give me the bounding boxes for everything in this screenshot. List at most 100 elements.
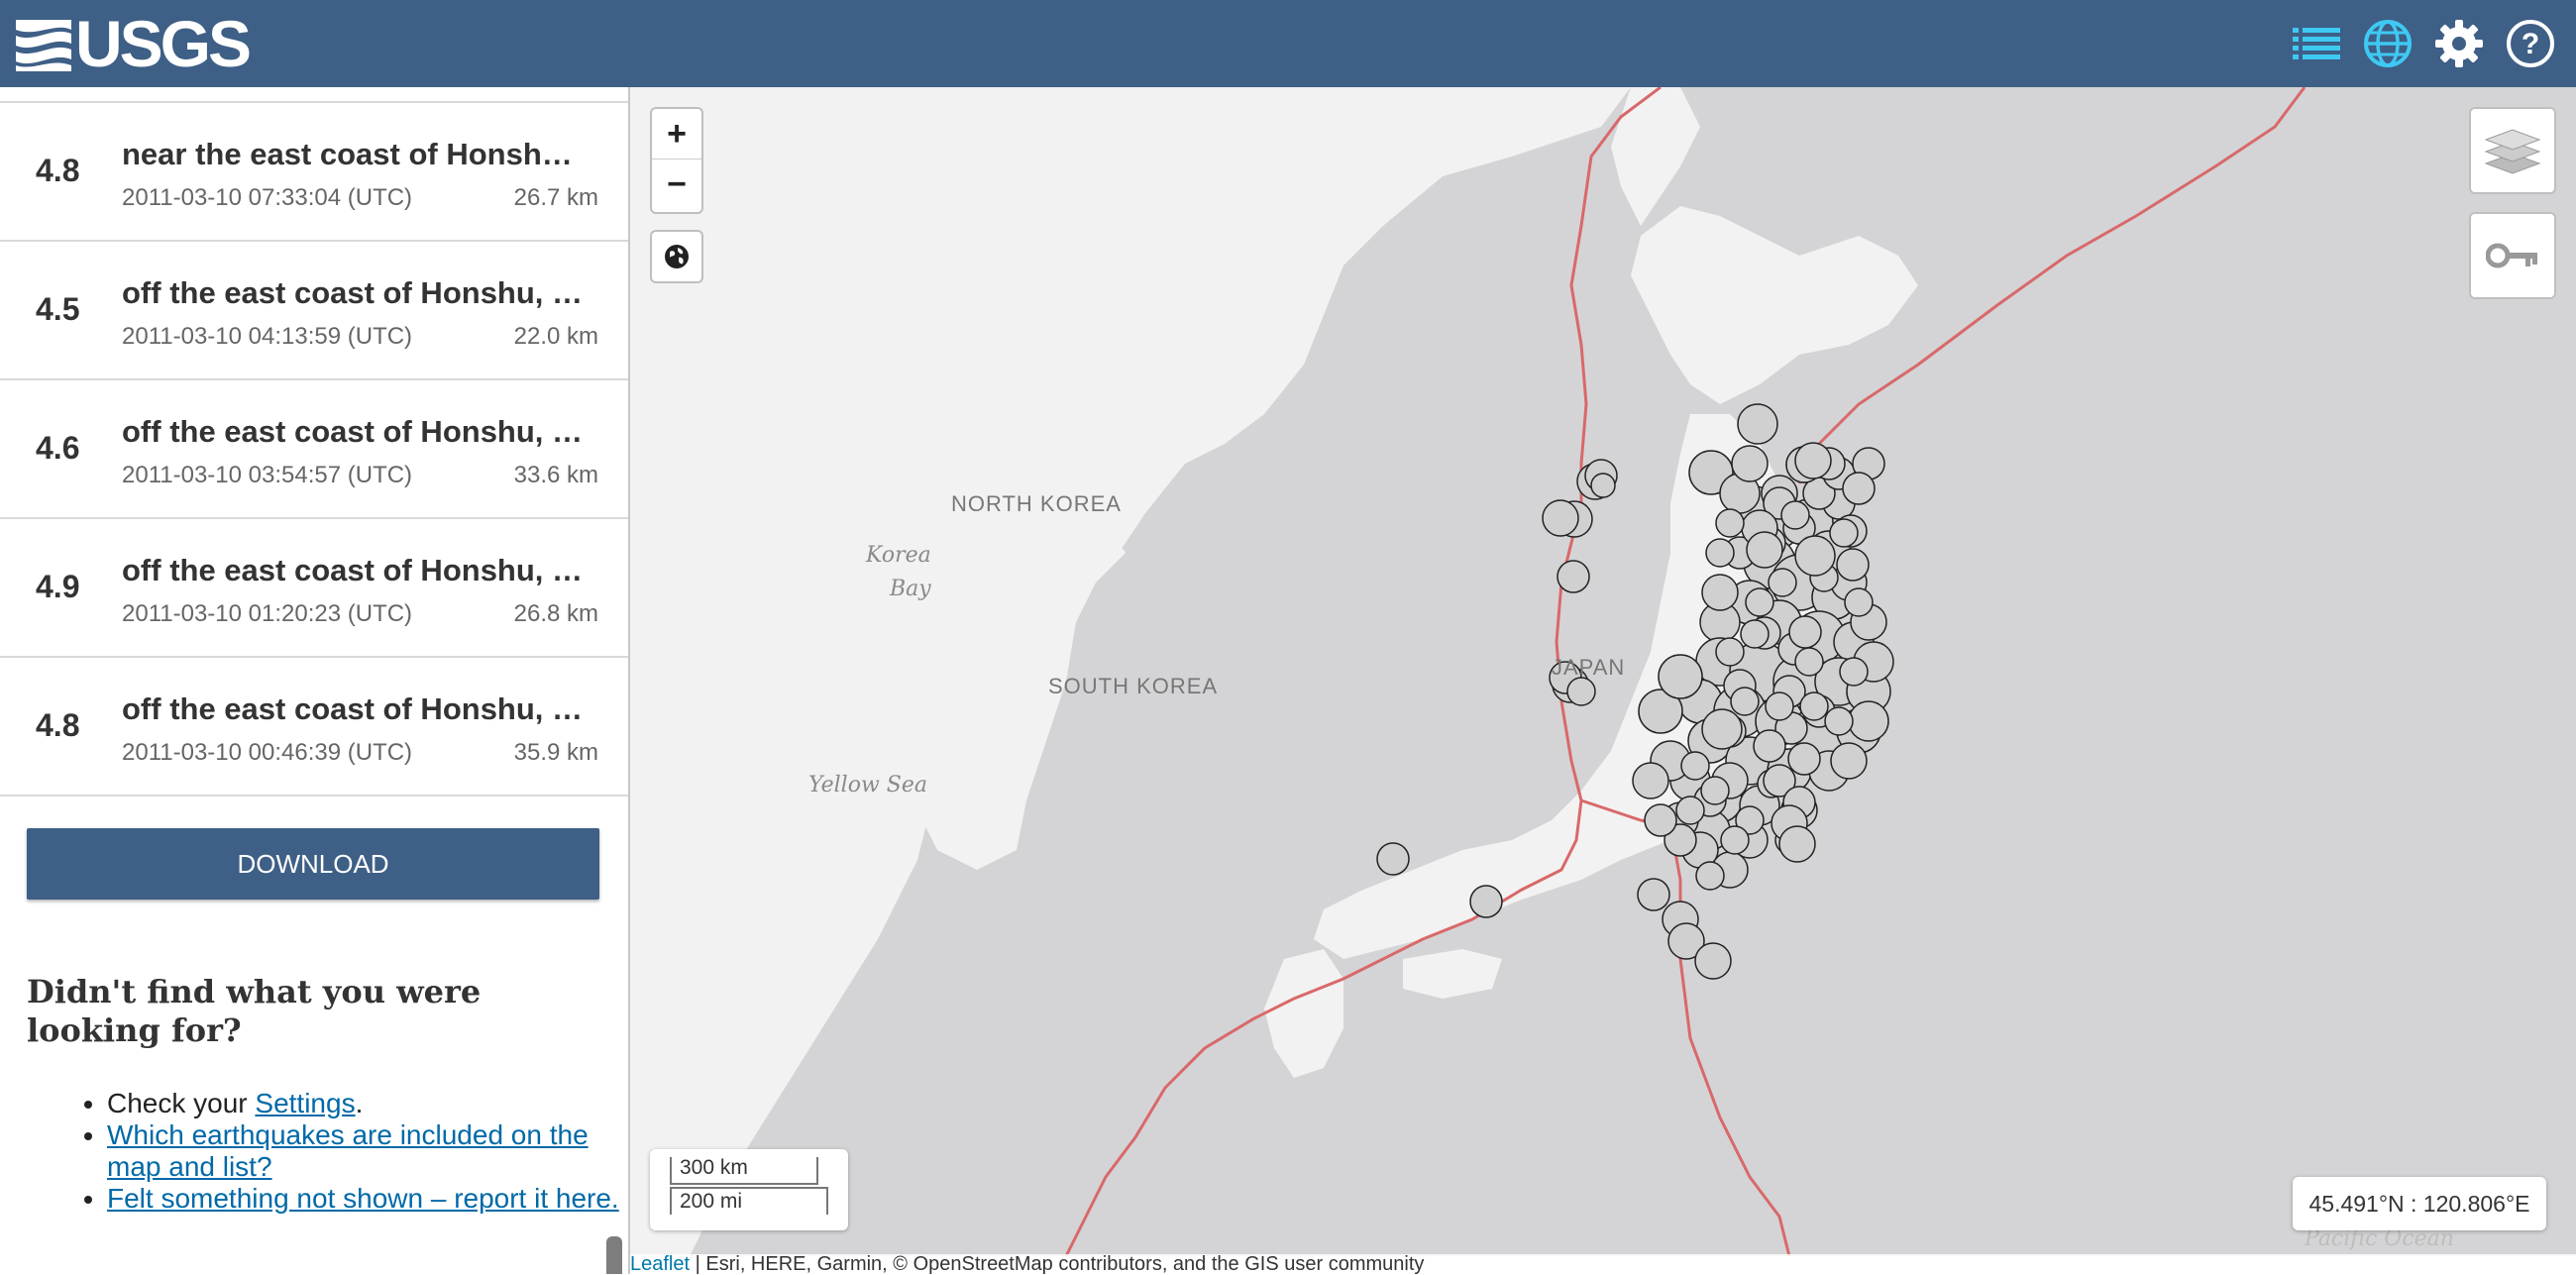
earthquake-marker <box>1731 445 1769 482</box>
event-time: 2011-03-10 00:46:39 (UTC) <box>122 739 413 766</box>
usgs-logo[interactable]: USGS <box>16 7 252 80</box>
kyushu-island <box>1264 949 1343 1078</box>
key-icon <box>2486 243 2537 268</box>
earthquake-list-item[interactable]: 4.9 off the east coast of Honshu, Japan … <box>0 519 628 658</box>
globe-icon[interactable] <box>2358 14 2417 73</box>
plate-boundary-connector <box>1580 798 1791 1256</box>
earthquake-marker <box>1695 861 1725 891</box>
help-item-felt: Felt something not shown – report it her… <box>107 1183 628 1215</box>
help-icon[interactable]: ? <box>2501 14 2560 73</box>
coordinate-readout: 45.491°N : 120.806°E <box>2293 1177 2546 1230</box>
location-title: off the east coast of Honshu, Japan <box>122 275 588 310</box>
hokkaido-island <box>1631 206 1918 404</box>
event-depth: 22.0 km <box>513 323 598 350</box>
earthquake-marker <box>1644 803 1677 837</box>
event-depth: 26.8 km <box>513 600 598 627</box>
legend-button[interactable] <box>2469 212 2556 299</box>
earthquake-marker <box>1746 531 1783 569</box>
magnitude: 4.5 <box>36 291 80 327</box>
event-time: 2011-03-10 07:33:04 (UTC) <box>122 184 413 211</box>
help-list: Check your Settings. Which earthquakes a… <box>59 1088 628 1215</box>
gear-icon[interactable] <box>2429 14 2489 73</box>
earthquake-marker <box>1794 442 1832 479</box>
layers-button[interactable] <box>2469 107 2556 194</box>
app-header: USGS ? <box>0 0 2576 87</box>
earthquake-marker <box>1632 762 1669 799</box>
yellow-sea-label: Yellow Sea <box>808 773 927 797</box>
sidebar[interactable]: 4.8 near the east coast of Honshu, Japan… <box>0 87 630 1274</box>
event-depth: 33.6 km <box>513 462 598 488</box>
korea-bay-label: Korea <box>866 543 931 568</box>
earthquake-marker <box>1788 615 1822 649</box>
attribution-text: | Esri, HERE, Garmin, © OpenStreetMap co… <box>690 1253 1425 1275</box>
earthquake-marker <box>1768 568 1797 597</box>
earthquake-marker <box>1829 518 1859 548</box>
earthquake-marker <box>1836 548 1870 582</box>
download-button[interactable]: DOWNLOAD <box>27 828 599 900</box>
map-canvas[interactable]: NORTH KOREA SOUTH KOREA JAPAN Korea Bay … <box>630 87 2576 1256</box>
earthquake-marker <box>1658 654 1703 699</box>
felt-report-link[interactable]: Felt something not shown – report it her… <box>107 1183 619 1214</box>
help-item-suffix: . <box>355 1088 364 1118</box>
list-icon[interactable] <box>2287 14 2346 73</box>
zoom-in-button[interactable]: + <box>652 109 701 159</box>
earthquake-marker <box>1715 508 1745 538</box>
globe-small-icon <box>665 245 689 268</box>
earthquake-list-item[interactable]: 4.8 near the east coast of Honshu, Japan… <box>0 101 628 242</box>
earthquake-marker <box>1700 776 1730 805</box>
earthquake-marker <box>1590 473 1616 498</box>
included-earthquakes-link[interactable]: Which earthquakes are included on the ma… <box>107 1119 589 1182</box>
earthquake-marker <box>1745 587 1774 617</box>
leaflet-link[interactable]: Leaflet <box>630 1253 690 1275</box>
earthquake-marker <box>1844 587 1874 617</box>
settings-link[interactable]: Settings <box>255 1088 355 1118</box>
earthquake-list-item[interactable]: 4.5 off the east coast of Honshu, Japan … <box>0 242 628 380</box>
zoom-control: + − <box>650 107 703 214</box>
magnitude: 4.6 <box>36 430 80 466</box>
logo-text: USGS <box>75 7 252 80</box>
event-depth: 26.7 km <box>513 184 598 211</box>
north-korea-label: NORTH KOREA <box>951 491 1122 516</box>
magnitude: 4.8 <box>36 707 80 743</box>
earthquake-marker <box>1542 499 1579 537</box>
earthquake-marker <box>1787 742 1821 776</box>
earthquake-marker <box>1765 691 1794 721</box>
help-item-settings: Check your Settings. <box>107 1088 628 1119</box>
layers-icon <box>2484 129 2541 174</box>
magnitude: 4.8 <box>36 153 80 188</box>
shikoku-island <box>1403 949 1502 999</box>
location-title: off the east coast of Honshu, Japan <box>122 414 588 449</box>
earthquake-marker <box>1701 574 1739 611</box>
scale-mi: 200 mi <box>670 1187 828 1215</box>
earthquake-marker <box>1566 677 1596 706</box>
earthquake-marker <box>1701 708 1743 750</box>
sidebar-scrollbar[interactable] <box>606 1236 622 1274</box>
earthquake-marker <box>1730 687 1760 716</box>
earthquake-marker <box>1778 825 1816 863</box>
earthquake-marker <box>1780 500 1810 530</box>
korea-bay-label-2: Bay <box>890 577 931 601</box>
earthquake-marker <box>1680 751 1710 781</box>
earthquake-list-item[interactable]: 4.8 off the east coast of Honshu, Japan … <box>0 658 628 797</box>
earthquake-marker <box>1839 657 1869 687</box>
south-korea-label: SOUTH KOREA <box>1048 674 1219 698</box>
help-item-text: Check your <box>107 1088 256 1118</box>
earthquake-list-item[interactable]: 4.6 off the east coast of Honshu, Japan … <box>0 380 628 519</box>
earthquake-marker <box>1794 647 1824 677</box>
mainland-landmass <box>630 87 1631 1256</box>
zoom-out-button[interactable]: − <box>652 159 701 209</box>
usgs-wave-icon <box>16 20 71 71</box>
earthquake-marker <box>1824 706 1854 736</box>
location-title: near the east coast of Honshu, Japan <box>122 137 588 171</box>
svg-text:?: ? <box>2522 28 2539 60</box>
location-title: off the east coast of Honshu, Japan <box>122 691 588 726</box>
earthquake-marker <box>1720 825 1750 855</box>
earthquake-marker <box>1694 942 1732 980</box>
map-scale: 300 km 200 mi <box>650 1149 848 1230</box>
world-view-button[interactable] <box>650 230 703 283</box>
earthquake-marker <box>1637 878 1670 911</box>
earthquake-marker <box>1715 637 1745 667</box>
earthquake-marker <box>1376 842 1410 876</box>
event-time: 2011-03-10 03:54:57 (UTC) <box>122 462 413 488</box>
earthquake-marker <box>1794 535 1836 577</box>
